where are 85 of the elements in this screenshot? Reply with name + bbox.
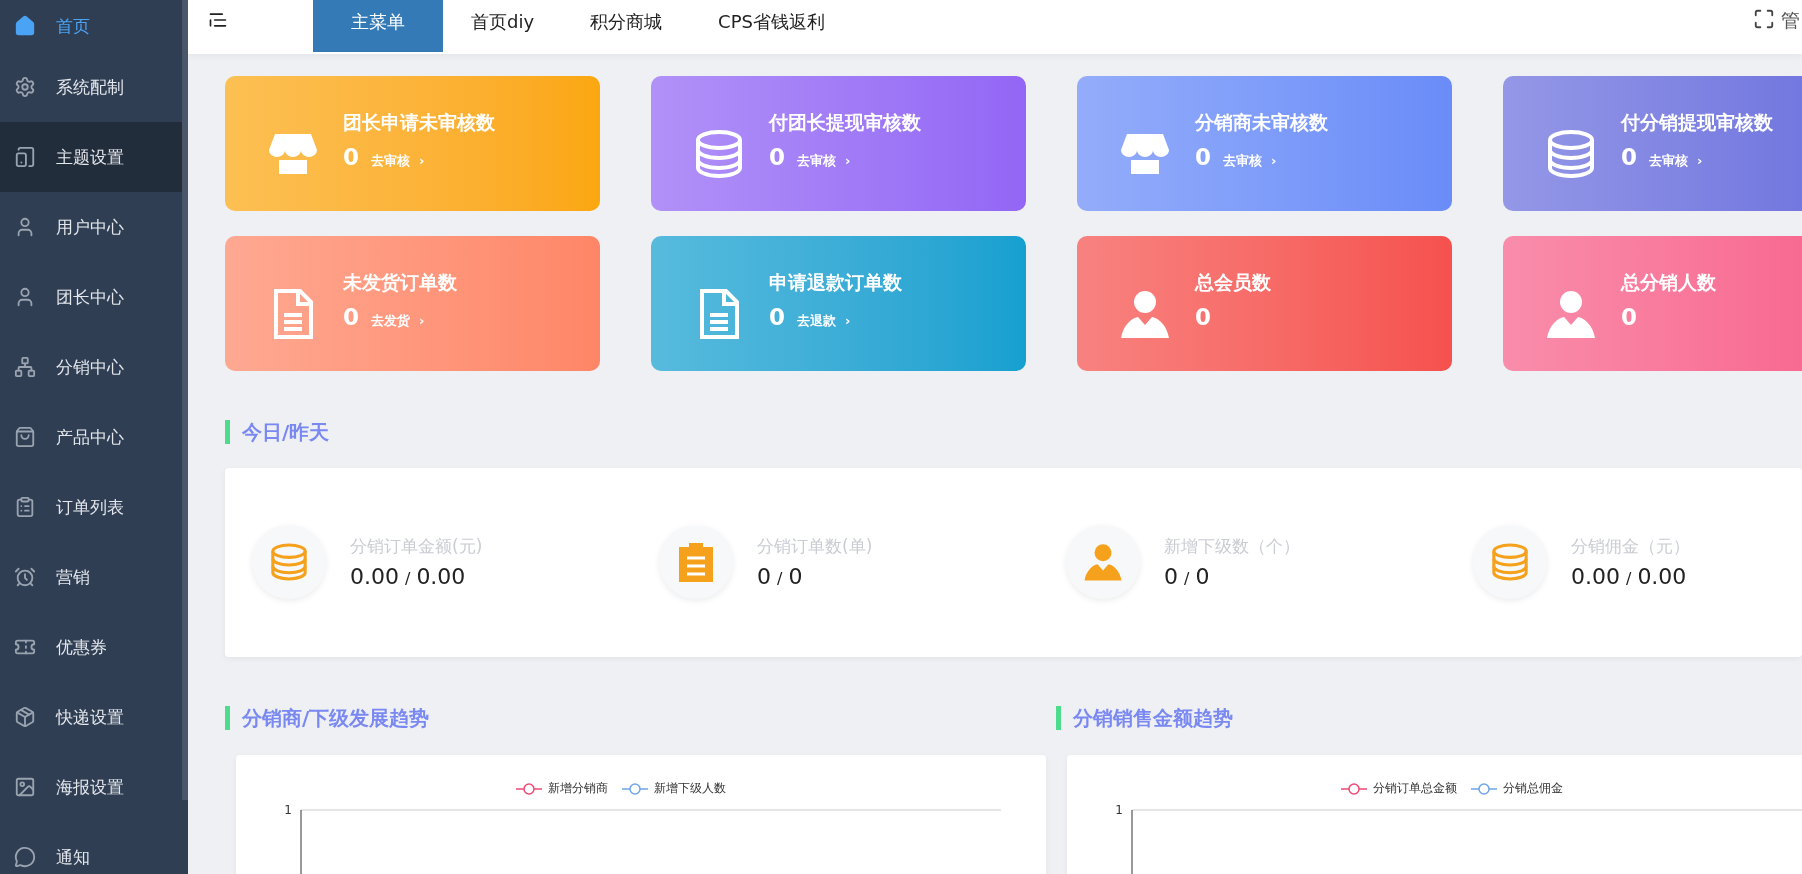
stat-separator: / xyxy=(1184,569,1190,588)
sidebar-item[interactable]: 主题设置 xyxy=(0,122,182,192)
legend-marker[interactable] xyxy=(1471,781,1497,796)
card-title: 付团长提现审核数 xyxy=(769,110,921,135)
coins-icon xyxy=(269,542,309,582)
card-count: 0 xyxy=(1195,144,1211,170)
menu-item-icon xyxy=(14,706,36,728)
menu-item-icon xyxy=(14,496,36,518)
axis-tick-label: 1 xyxy=(1115,803,1123,817)
coins-icon xyxy=(1545,128,1597,180)
card-count: 0 xyxy=(1621,304,1637,330)
scrollbar[interactable] xyxy=(182,0,188,800)
sidebar-item[interactable]: 订单列表 xyxy=(0,472,182,542)
stat-separator: / xyxy=(777,569,783,588)
nav-tab[interactable]: 积分商城 xyxy=(562,0,691,52)
card-title: 总会员数 xyxy=(1195,270,1271,295)
stat-separator: / xyxy=(405,569,411,588)
sidebar-item[interactable]: 快递设置 xyxy=(0,682,182,752)
menu-item-icon xyxy=(14,146,36,168)
clipboard-icon xyxy=(679,542,713,582)
menu-item-icon xyxy=(14,426,36,448)
nav-tab[interactable]: 主菜单 xyxy=(313,0,443,52)
card-title: 付分销提现审核数 xyxy=(1621,110,1773,135)
person-icon xyxy=(1119,288,1171,340)
heading-bar xyxy=(1056,706,1061,730)
coins-icon xyxy=(693,128,745,180)
y-axis xyxy=(300,809,302,874)
legend-marker[interactable] xyxy=(516,781,542,796)
menu-item-icon xyxy=(14,76,36,98)
card-title: 总分销人数 xyxy=(1621,270,1716,295)
legend-label: 新增下级人数 xyxy=(654,780,726,797)
legend-marker[interactable] xyxy=(1341,781,1367,796)
stat-value: 0 xyxy=(757,564,771,589)
card-count: 0 xyxy=(1621,144,1637,170)
sidebar-item[interactable]: 通知 xyxy=(0,822,182,874)
stat-value: 0 xyxy=(1164,564,1178,589)
sidebar-item[interactable]: 用户中心 xyxy=(0,192,182,262)
card-count: 0 xyxy=(769,304,785,330)
legend-marker[interactable] xyxy=(622,781,648,796)
stat-value: 0.00 xyxy=(416,564,466,589)
heading-bar xyxy=(225,420,230,444)
stat-value: 0.00 xyxy=(350,564,399,589)
heading-bar xyxy=(225,706,230,730)
stat-value: 0.00 xyxy=(1571,564,1620,589)
menu-item-icon xyxy=(14,776,36,798)
sidebar-item[interactable]: 系统配制 xyxy=(0,52,182,122)
card-count: 0 xyxy=(1195,304,1211,330)
menu-item-icon xyxy=(14,15,36,37)
user-name[interactable]: 管 xyxy=(1781,8,1800,34)
person-icon xyxy=(1083,542,1123,582)
sidebar-item[interactable]: 海报设置 xyxy=(0,752,182,822)
menu-item-icon xyxy=(14,846,36,868)
person-icon xyxy=(1545,288,1597,340)
stat-value: 0 xyxy=(1195,564,1210,589)
legend-label: 分销订单总金额 xyxy=(1373,780,1457,797)
card-title: 申请退款订单数 xyxy=(769,270,902,295)
fullscreen-icon[interactable] xyxy=(1753,8,1775,30)
legend-label: 分销总佣金 xyxy=(1503,780,1563,797)
stat-value: 0 xyxy=(788,564,803,589)
sidebar-item[interactable]: 营销 xyxy=(0,542,182,612)
sidebar-item[interactable]: 优惠券 xyxy=(0,612,182,682)
menu-item-icon xyxy=(14,566,36,588)
coins-icon xyxy=(1490,542,1530,582)
stat-separator: / xyxy=(1626,569,1632,588)
sidebar-item[interactable]: 团长中心 xyxy=(0,262,182,332)
card-title: 团长申请未审核数 xyxy=(343,110,495,135)
card-count: 0 xyxy=(769,144,785,170)
section-heading: 分销商/下级发展趋势 xyxy=(242,704,430,732)
section-heading: 今日/昨天 xyxy=(242,418,330,446)
sidebar-item[interactable]: 产品中心 xyxy=(0,402,182,472)
stat-value: 0.00 xyxy=(1637,564,1687,589)
card-title: 分销商未审核数 xyxy=(1195,110,1328,135)
card-count: 0 xyxy=(343,144,359,170)
nav-tab[interactable]: 首页diy xyxy=(443,0,563,52)
menu-item-icon xyxy=(14,356,36,378)
sidebar-item[interactable]: 首页 xyxy=(0,0,182,52)
axis-tick-label: 1 xyxy=(284,803,292,817)
sidebar-item[interactable]: 分销中心 xyxy=(0,332,182,402)
nav-tab[interactable]: CPS省钱返利 xyxy=(690,0,853,52)
card-count: 0 xyxy=(343,304,359,330)
section-heading: 分销销售金额趋势 xyxy=(1073,704,1233,732)
card-title: 未发货订单数 xyxy=(343,270,457,295)
y-axis xyxy=(1131,809,1133,874)
legend-label: 新增分销商 xyxy=(548,780,608,797)
menu-icon xyxy=(208,10,228,30)
